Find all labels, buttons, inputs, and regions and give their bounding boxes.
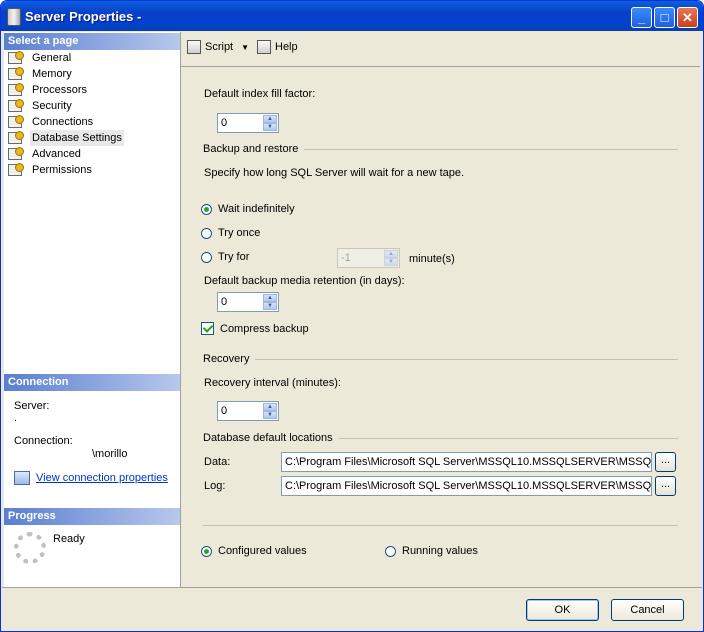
maximize-icon: □ [660,10,669,25]
page-icon [8,83,24,96]
server-value: . [14,412,18,424]
spin-down-icon[interactable]: ▼ [263,302,277,310]
page-icon [8,163,24,176]
dialog-footer: OK Cancel [2,587,702,631]
fill-factor-label: Default index fill factor: [204,88,316,100]
spin-up-icon: ▲ [384,250,398,258]
page-icon [8,51,24,64]
minimize-icon: _ [637,10,646,25]
select-page-header: Select a page [4,33,180,50]
recovery-interval-label: Recovery interval (minutes): [204,377,341,389]
page-icon [8,147,24,160]
title-bar[interactable]: Server Properties - _ □ ✕ [1,1,703,31]
ok-button[interactable]: OK [526,599,599,621]
retention-label: Default backup media retention (in days)… [204,275,405,287]
help-button[interactable]: Help [257,40,298,54]
spin-up-icon[interactable]: ▲ [263,115,277,123]
spin-up-icon[interactable]: ▲ [263,294,277,302]
settings-content: Default index fill factor: 0 ▲ ▼ Backup a… [181,67,700,587]
server-icon [7,8,21,26]
page-icon [8,131,24,144]
retention-spinner[interactable]: 0 ▲ ▼ [217,292,279,312]
recovery-interval-spinner[interactable]: 0 ▲ ▼ [217,401,279,421]
view-connection-row: View connection properties [14,471,168,485]
close-icon: ✕ [682,9,693,25]
try-for-radio[interactable]: Try for [201,251,249,263]
data-label: Data: [204,456,231,468]
wait-indefinitely-radio[interactable]: Wait indefinitely [201,203,295,215]
connection-value: \morillo [92,448,128,460]
progress-spinner-icon [14,532,46,564]
data-browse-button[interactable]: ... [655,452,676,472]
progress-header: Progress [4,508,180,525]
log-label: Log: [204,480,226,492]
window-title: Server Properties - [25,9,142,24]
log-browse-button[interactable]: ... [655,476,676,496]
page-icon [8,99,24,112]
server-label: Server: [14,400,50,412]
values-divider [203,525,678,526]
spin-down-icon[interactable]: ▼ [263,123,277,131]
locations-section: Database default locations [203,432,678,444]
spin-down-icon[interactable]: ▼ [263,411,277,419]
help-icon [257,40,271,54]
minutes-label: minute(s) [409,253,455,265]
page-icon [8,115,24,128]
try-for-minutes-spinner[interactable]: -1 ▲ ▼ [337,248,400,268]
connection-label: Connection: [14,435,73,447]
minimize-button[interactable]: _ [631,7,652,28]
close-button[interactable]: ✕ [677,7,698,28]
sidebar: Select a page General Memory Processors … [4,32,181,587]
backup-restore-section: Backup and restore [203,143,678,155]
recovery-section: Recovery [203,353,678,365]
script-icon [187,40,201,54]
spin-down-icon: ▼ [384,258,398,266]
maximize-button[interactable]: □ [654,7,675,28]
backup-description: Specify how long SQL Server will wait fo… [204,167,465,179]
data-path-field[interactable]: C:\Program Files\Microsoft SQL Server\MS… [281,452,652,472]
view-connection-properties-link[interactable]: View connection properties [36,472,168,484]
try-once-radio[interactable]: Try once [201,227,260,239]
log-path-field[interactable]: C:\Program Files\Microsoft SQL Server\MS… [281,476,652,496]
toolbar: Script ▼ Help [181,32,700,67]
fill-factor-spinner[interactable]: 0 ▲ ▼ [217,113,279,133]
configured-values-radio[interactable]: Configured values [201,545,307,557]
cancel-button[interactable]: Cancel [611,599,684,621]
connection-header: Connection [4,374,180,391]
running-values-radio[interactable]: Running values [385,545,478,557]
script-button[interactable]: Script ▼ [187,40,249,54]
main-panel: Script ▼ Help Default index fill factor: … [181,32,700,587]
page-icon [8,67,24,80]
server-properties-window: Server Properties - _ □ ✕ Select a page … [0,0,704,632]
spin-up-icon[interactable]: ▲ [263,403,277,411]
connection-properties-icon [14,471,30,485]
dropdown-arrow-icon: ▼ [241,42,250,52]
progress-status: Ready [53,533,85,545]
compress-backup-checkbox[interactable]: Compress backup [201,322,309,335]
